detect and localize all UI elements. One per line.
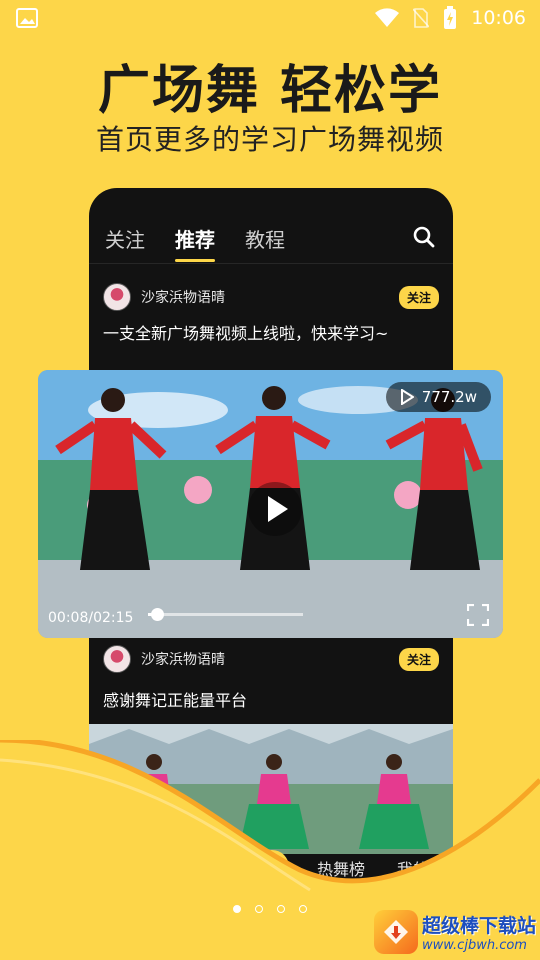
tab-tutorials[interactable]: 教程	[245, 224, 285, 253]
current-time: 00:08	[48, 610, 89, 626]
pager-dot[interactable]	[233, 905, 241, 913]
video-thumbnail[interactable]	[89, 724, 453, 854]
clock: 10:06	[471, 7, 526, 29]
tab-bar: 关注 推荐 教程	[105, 224, 285, 262]
post-title[interactable]: 感谢舞记正能量平台	[103, 687, 247, 711]
image-icon	[16, 8, 38, 28]
nav-mine[interactable]: 我的	[397, 856, 429, 880]
progress-bar[interactable]	[148, 608, 303, 621]
watermark-logo	[373, 910, 418, 954]
play-button[interactable]	[248, 482, 302, 536]
fullscreen-icon[interactable]	[467, 604, 489, 626]
search-icon[interactable]	[413, 226, 435, 248]
time-display: 00:08/02:15	[48, 610, 134, 626]
pager-dot[interactable]	[255, 905, 263, 913]
post-title[interactable]: 一支全新广场舞视频上线啦，快来学习~	[103, 320, 388, 344]
tab-recommended[interactable]: 推荐	[175, 224, 215, 262]
video-player[interactable]: 777.2w 00:08/02:15	[38, 370, 503, 638]
avatar[interactable]	[103, 645, 131, 673]
wifi-icon	[375, 8, 400, 27]
nav-hot-dance[interactable]: 热舞榜	[317, 856, 365, 880]
watermark-url: www.cjbwh.com	[421, 938, 527, 953]
promo-subline: 首页更多的学习广场舞视频	[95, 123, 444, 156]
post-header: 沙家浜物语晴 关注	[103, 283, 439, 311]
duration: 02:15	[93, 610, 134, 626]
add-button[interactable]: +	[255, 850, 289, 884]
tab-following[interactable]: 关注	[105, 224, 145, 253]
post-header: 沙家浜物语晴 关注	[103, 645, 439, 673]
thumbnail-scene	[89, 724, 453, 854]
view-count-badge: 777.2w	[385, 382, 491, 412]
status-bar: 10:06	[0, 0, 540, 36]
author-name[interactable]: 沙家浜物语晴	[141, 287, 399, 307]
play-icon	[400, 389, 414, 405]
pager-dot[interactable]	[299, 905, 307, 913]
follow-button[interactable]: 关注	[398, 647, 439, 671]
battery-icon	[444, 6, 457, 29]
watermark-name: 超级棒下载站	[421, 915, 536, 937]
no-sim-icon	[413, 8, 430, 28]
promo-headline: 广场舞 轻松学	[97, 61, 443, 121]
pager-dot[interactable]	[277, 905, 285, 913]
play-icon	[268, 496, 288, 522]
author-name[interactable]: 沙家浜物语晴	[141, 649, 399, 669]
follow-button[interactable]: 关注	[398, 285, 439, 309]
avatar[interactable]	[103, 283, 131, 311]
tab-divider	[89, 263, 453, 264]
bottom-nav: + 热舞榜 我的	[89, 848, 453, 888]
watermark: 超级棒下载站 www.cjbwh.com	[373, 910, 536, 954]
view-count: 777.2w	[421, 388, 477, 406]
